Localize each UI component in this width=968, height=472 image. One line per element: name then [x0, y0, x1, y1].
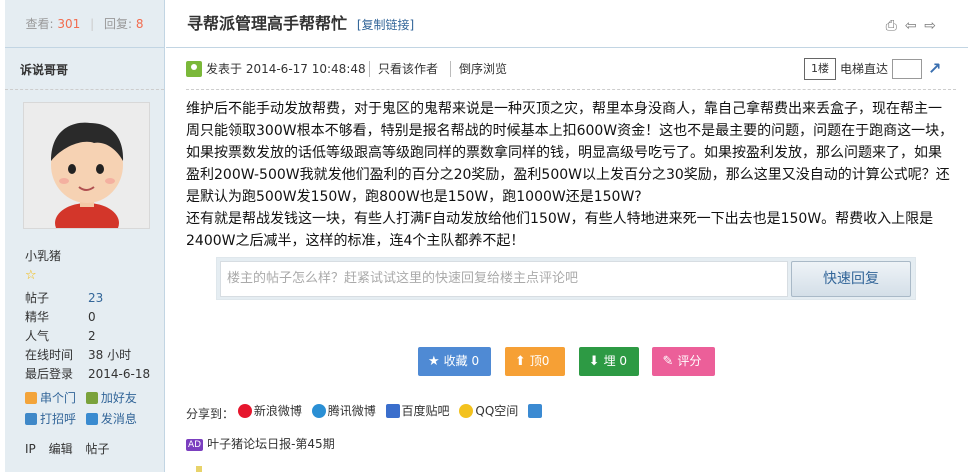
print-icon[interactable]: ⎙ — [886, 18, 897, 34]
arrow-down-icon: ⬇ — [588, 354, 600, 369]
elevator-label: 电梯直达 — [840, 62, 889, 76]
posts-link[interactable]: 帖子 — [85, 442, 109, 456]
profile-value: 2 — [88, 329, 96, 343]
post-main: 寻帮派管理高手帮帮忙 [复制链接] ⎙ ⇦ ⇨ 发表于 2014-6-17 10… — [166, 0, 968, 472]
elevator-input[interactable] — [892, 59, 922, 79]
share-qzone-link[interactable]: QQ空间 — [459, 403, 518, 419]
rate-button[interactable]: ✎ 评分 — [652, 347, 716, 376]
plus-icon — [528, 404, 543, 418]
add-friend-icon — [85, 392, 98, 404]
thread-title: 寻帮派管理高手帮帮忙 — [187, 14, 348, 33]
avatar-illustration — [24, 103, 149, 228]
elevator-go-icon[interactable]: ↗ — [928, 60, 942, 78]
next-post-marker — [196, 466, 202, 472]
favorite-button[interactable]: ★ 收藏 0 — [418, 347, 491, 376]
ip-link[interactable]: IP — [25, 442, 36, 456]
share-label: 分享到： — [186, 407, 235, 421]
post-time: 发表于 2014-6-17 10:48:48 — [206, 62, 366, 76]
views-count: 301 — [57, 17, 81, 31]
avatar[interactable] — [23, 102, 150, 229]
reverse-order-link[interactable]: 倒序浏览 — [450, 61, 507, 77]
ad-text[interactable]: 叶子猪论坛日报-第45期 — [207, 437, 335, 451]
quick-reply-bar: 楼主的帖子怎么样？赶紧试试这里的快速回复给楼主点评论吧 快速回复 — [216, 257, 916, 300]
stats-divider: | — [90, 17, 95, 31]
edit-link[interactable]: 编辑 — [49, 442, 73, 456]
author-sidebar: 查看: 301 | 回复: 8 诉说哥哥 小乳猪 ☆ 帖子 23 精华 0 人气… — [5, 0, 165, 472]
user-group[interactable]: 小乳猪 — [5, 229, 164, 264]
baidu-tieba-icon — [385, 404, 400, 418]
visit-link[interactable]: 串个门 — [25, 388, 76, 409]
copy-link-button[interactable]: [复制链接] — [357, 18, 414, 32]
post-actions: ★ 收藏 0 ⬆ 顶0 ⬇ 埋 0 ✎ 评分 — [418, 347, 725, 376]
add-friend-link[interactable]: 加好友 — [85, 388, 137, 409]
profile-key: 帖子 — [25, 291, 50, 305]
profile-value[interactable]: 23 — [88, 291, 103, 305]
floor-number: 1楼 — [804, 58, 836, 80]
profile-key: 人气 — [25, 329, 50, 343]
profile-row: 精华 0 — [25, 308, 164, 327]
poke-icon — [25, 413, 37, 425]
post-content: 维护后不能手动发放帮费，对于鬼区的鬼帮来说是一种灭顶之灾，帮里本身没商人，靠自己… — [186, 98, 954, 252]
share-more-button[interactable] — [528, 404, 544, 418]
post-meta: 发表于 2014-6-17 10:48:48 只看该作者 倒序浏览 1楼 电梯直… — [186, 48, 956, 90]
upvote-button[interactable]: ⬆ 顶0 — [504, 347, 565, 376]
home-icon — [25, 392, 37, 404]
next-thread-icon[interactable]: ⇨ — [924, 18, 936, 34]
thread-stats: 查看: 301 | 回复: 8 — [5, 0, 164, 48]
poke-link[interactable]: 打招呼 — [25, 409, 76, 430]
quick-reply-button[interactable]: 快速回复 — [791, 261, 911, 297]
profile-row: 人气 2 — [25, 327, 164, 346]
profile-row: 在线时间 38 小时 — [25, 346, 164, 365]
profile-value: 2014-6-18 — [88, 367, 151, 381]
thread-title-bar: 寻帮派管理高手帮帮忙 [复制链接] ⎙ ⇦ ⇨ — [166, 0, 968, 48]
star-icon: ★ — [428, 354, 440, 369]
thread-tools: ⎙ ⇦ ⇨ — [882, 18, 936, 34]
post-paragraph: 维护后不能手动发放帮费，对于鬼区的鬼帮来说是一种灭顶之灾，帮里本身没商人，靠自己… — [186, 101, 954, 205]
profile-value: 38 小时 — [88, 348, 132, 362]
tencent-weibo-icon — [311, 404, 326, 418]
profile-row: 最后登录 2014-6-18 — [25, 365, 164, 384]
share-tencent-link[interactable]: 腾讯微博 — [311, 403, 376, 419]
weibo-icon — [237, 404, 252, 418]
author-profile: 帖子 23 精华 0 人气 2 在线时间 38 小时 最后登录 2014-6-18 — [5, 283, 164, 384]
pencil-icon: ✎ — [662, 354, 674, 369]
author-actions: 串个门 加好友 打招呼 发消息 — [5, 384, 164, 430]
admin-links: IP 编辑 帖子 — [5, 430, 164, 457]
downvote-button[interactable]: ⬇ 埋 0 — [578, 347, 639, 376]
share-bar: 分享到： 新浪微博 腾讯微博 百度贴吧 QQ空间 — [186, 403, 550, 422]
replies-label: 回复: — [103, 17, 133, 31]
replies-count: 8 — [135, 17, 144, 31]
mail-icon — [85, 413, 98, 425]
profile-row: 帖子 23 — [25, 289, 164, 308]
share-baidu-link[interactable]: 百度贴吧 — [385, 403, 450, 419]
share-sina-link[interactable]: 新浪微博 — [237, 403, 302, 419]
ad-banner[interactable]: AD 叶子猪论坛日报-第45期 — [186, 436, 335, 452]
profile-key: 在线时间 — [25, 348, 74, 362]
views-label: 查看: — [25, 17, 54, 31]
message-link[interactable]: 发消息 — [85, 409, 137, 430]
previous-thread-icon[interactable]: ⇦ — [905, 18, 917, 34]
profile-key: 精华 — [25, 310, 50, 324]
star-icon: ☆ — [25, 268, 37, 283]
author-name[interactable]: 诉说哥哥 — [5, 48, 164, 90]
qzone-star-icon — [459, 404, 474, 418]
only-author-link[interactable]: 只看该作者 — [369, 61, 438, 77]
quick-reply-input[interactable]: 楼主的帖子怎么样？赶紧试试这里的快速回复给楼主点评论吧 — [220, 261, 788, 297]
post-paragraph: 还有就是帮战发钱这一块，有些人打满F自动发放给他们150W，有些人特地进来死一下… — [186, 211, 934, 249]
profile-key: 最后登录 — [25, 367, 74, 381]
ad-tag: AD — [186, 439, 204, 451]
online-status-icon — [186, 61, 202, 77]
arrow-up-icon: ⬆ — [514, 354, 526, 369]
profile-value: 0 — [88, 310, 96, 324]
